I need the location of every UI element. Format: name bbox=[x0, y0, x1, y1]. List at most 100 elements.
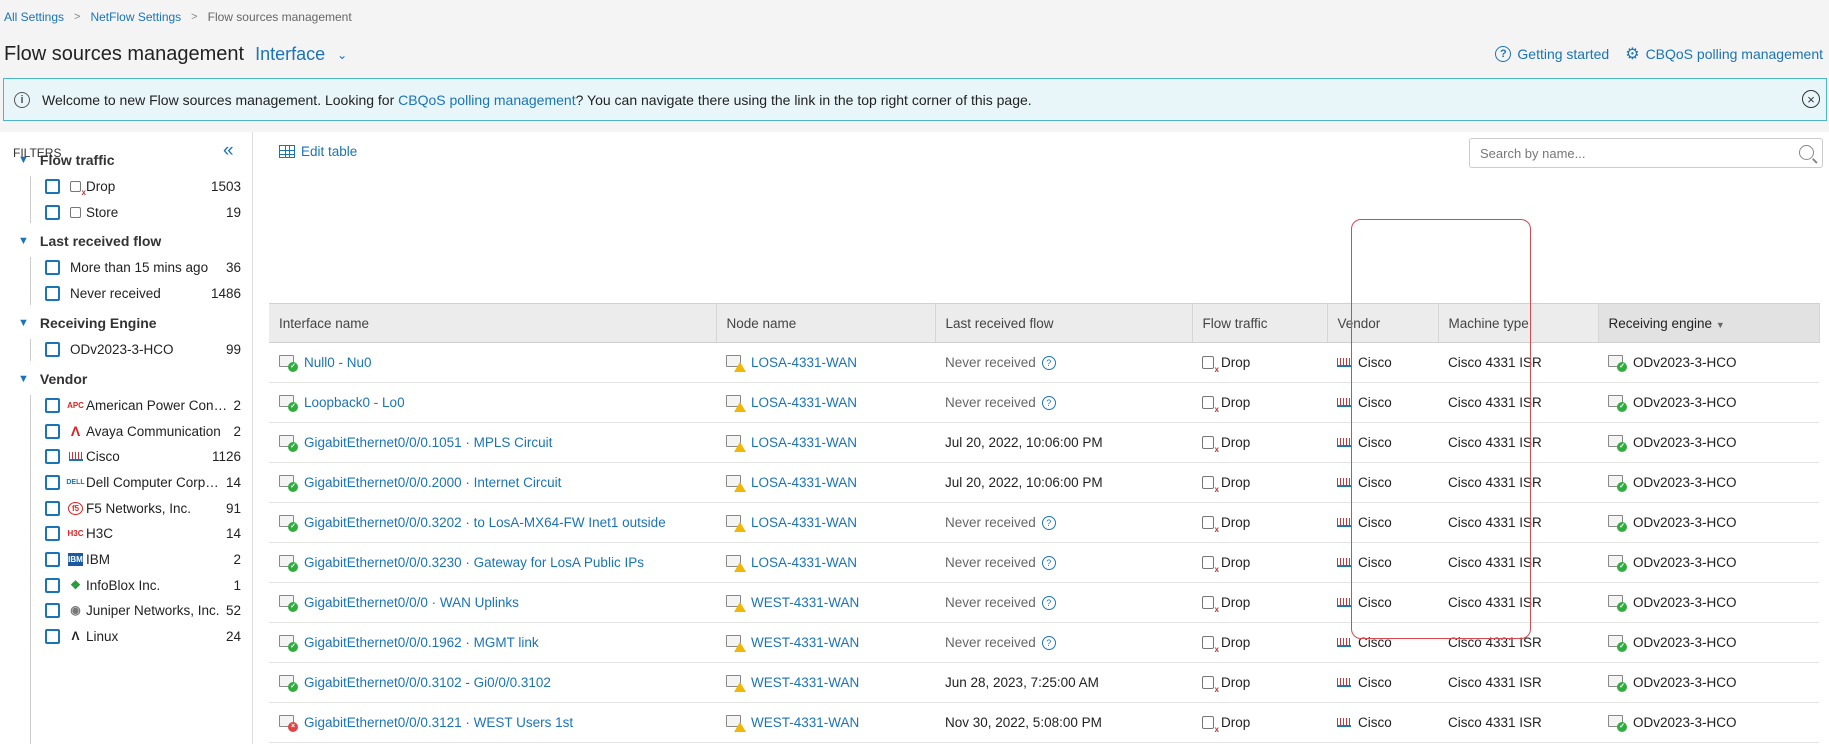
close-icon[interactable]: × bbox=[1802, 90, 1820, 108]
interface-link[interactable]: Loopback0 - Lo0 bbox=[304, 395, 405, 410]
column-header-machine-type[interactable]: Machine type bbox=[1438, 303, 1599, 343]
column-header-receiving-engine[interactable]: Receiving engine ▼ bbox=[1598, 303, 1820, 343]
filter-group-last-received-flow[interactable]: ▼ Last received flow bbox=[18, 233, 161, 249]
help-icon[interactable]: ? bbox=[1041, 635, 1056, 650]
table-row[interactable]: × GigabitEthernet0/0/0.3121 · WEST Users … bbox=[269, 702, 1819, 743]
filter-item-avaya[interactable]: Λ Avaya Communication 2 bbox=[45, 420, 241, 442]
column-header-last-received-flow[interactable]: Last received flow bbox=[935, 303, 1193, 343]
checkbox[interactable] bbox=[45, 423, 60, 439]
node-link[interactable]: LOSA-4331-WAN bbox=[751, 475, 857, 490]
flow-traffic-text: Drop bbox=[1221, 475, 1251, 490]
last-received-text: Never received bbox=[945, 635, 1036, 650]
checkbox[interactable] bbox=[45, 178, 60, 194]
filter-item-never-received[interactable]: Never received 1486 bbox=[45, 282, 241, 304]
table-row[interactable]: ✓ GigabitEthernet0/0/0.3102 - Gi0/0/0.310… bbox=[269, 662, 1819, 703]
vendor-cell: Cisco bbox=[1327, 622, 1438, 663]
filter-group-receiving-engine[interactable]: ▼ Receiving Engine bbox=[18, 315, 157, 331]
checkbox[interactable] bbox=[45, 285, 60, 301]
table-row[interactable]: ✓ GigabitEthernet0/0/0.1962 · MGMT link WE… bbox=[269, 622, 1819, 663]
collapse-sidebar-icon[interactable]: « bbox=[223, 140, 234, 162]
table-row[interactable]: ✓ Null0 - Nu0 LOSA-4331-WAN Never received?… bbox=[269, 342, 1819, 383]
banner-cbqos-link[interactable]: CBQoS polling management bbox=[398, 92, 575, 108]
filter-group-vendor[interactable]: ▼ Vendor bbox=[18, 371, 87, 387]
interface-link[interactable]: GigabitEthernet0/0/0 · WAN Uplinks bbox=[304, 595, 519, 610]
node-link[interactable]: LOSA-4331-WAN bbox=[751, 355, 857, 370]
banner-text: Welcome to new Flow sources management. … bbox=[42, 92, 1032, 108]
filter-item-infoblox[interactable]: ❖ InfoBlox Inc. 1 bbox=[45, 574, 241, 596]
checkbox[interactable] bbox=[45, 204, 60, 220]
filter-group-flow-traffic[interactable]: ▼ Flow traffic bbox=[18, 152, 115, 168]
checkbox[interactable] bbox=[45, 259, 60, 275]
column-header-interface-name[interactable]: Interface name bbox=[269, 303, 717, 343]
checkbox[interactable] bbox=[45, 628, 60, 644]
filter-item-dell[interactable]: DELL Dell Computer Corporation 14 bbox=[45, 471, 241, 493]
machine-type-cell: Cisco 4331 ISR bbox=[1438, 342, 1598, 383]
interface-link[interactable]: GigabitEthernet0/0/0.1962 · MGMT link bbox=[304, 635, 539, 650]
table-row[interactable]: ✓ GigabitEthernet0/0/0.2000 · Internet Ci… bbox=[269, 462, 1819, 503]
table-row[interactable]: ✓ GigabitEthernet0/0/0.3230 · Gateway for… bbox=[269, 542, 1819, 583]
column-header-vendor[interactable]: Vendor bbox=[1327, 303, 1439, 343]
table-row[interactable]: ✓ GigabitEthernet0/0/0.3202 · to LosA-MX6… bbox=[269, 502, 1819, 543]
help-icon[interactable]: ? bbox=[1041, 555, 1056, 570]
node-link[interactable]: LOSA-4331-WAN bbox=[751, 515, 857, 530]
filter-item-odv2023[interactable]: ODv2023-3-HCO 99 bbox=[45, 338, 241, 360]
filter-item-juniper[interactable]: ◉ Juniper Networks, Inc. 52 bbox=[45, 599, 241, 621]
checkbox[interactable] bbox=[45, 341, 60, 357]
filter-item-cisco[interactable]: Cisco 1126 bbox=[45, 445, 241, 467]
node-link[interactable]: WEST-4331-WAN bbox=[751, 715, 859, 730]
interface-link[interactable]: Null0 - Nu0 bbox=[304, 355, 372, 370]
last-received-text: Never received bbox=[945, 555, 1036, 570]
filter-item-f5[interactable]: f5 F5 Networks, Inc. 91 bbox=[45, 497, 241, 519]
last-received-text: Never received bbox=[945, 595, 1036, 610]
checkbox[interactable] bbox=[45, 397, 60, 413]
node-link[interactable]: WEST-4331-WAN bbox=[751, 675, 859, 690]
checkbox[interactable] bbox=[45, 602, 60, 618]
cisco-logo-icon bbox=[1337, 358, 1351, 367]
interface-link[interactable]: GigabitEthernet0/0/0.3202 · to LosA-MX64… bbox=[304, 515, 666, 530]
getting-started-link[interactable]: ? Getting started bbox=[1495, 46, 1609, 62]
help-icon[interactable]: ? bbox=[1041, 515, 1056, 530]
filter-item-more-than-15-mins[interactable]: More than 15 mins ago 36 bbox=[45, 256, 241, 278]
checkbox[interactable] bbox=[45, 500, 60, 516]
interface-link[interactable]: GigabitEthernet0/0/0.3121 · WEST Users 1… bbox=[304, 715, 573, 730]
checkbox[interactable] bbox=[45, 474, 60, 490]
filter-item-store[interactable]: Store 19 bbox=[45, 201, 241, 223]
cbqos-polling-link[interactable]: ⚙ CBQoS polling management bbox=[1625, 44, 1823, 64]
node-link[interactable]: WEST-4331-WAN bbox=[751, 635, 859, 650]
help-icon[interactable]: ? bbox=[1041, 595, 1056, 610]
breadcrumb: All Settings > NetFlow Settings > Flow s… bbox=[4, 10, 352, 24]
interface-cell: ✓ GigabitEthernet0/0/0.1051 · MPLS Circui… bbox=[269, 422, 716, 463]
interface-link[interactable]: GigabitEthernet0/0/0.1051 · MPLS Circuit bbox=[304, 435, 552, 450]
table-row[interactable]: ✓ Loopback0 - Lo0 LOSA-4331-WAN Never recei… bbox=[269, 382, 1819, 423]
checkbox[interactable] bbox=[45, 551, 60, 567]
node-link[interactable]: WEST-4331-WAN bbox=[751, 595, 859, 610]
column-header-node-name[interactable]: Node name bbox=[716, 303, 936, 343]
breadcrumb-all-settings[interactable]: All Settings bbox=[4, 10, 64, 24]
interface-link[interactable]: GigabitEthernet0/0/0.3102 - Gi0/0/0.3102 bbox=[304, 675, 551, 690]
edit-table-button[interactable]: Edit table bbox=[279, 144, 357, 159]
search-icon[interactable] bbox=[1799, 145, 1814, 160]
help-icon[interactable]: ? bbox=[1041, 395, 1056, 410]
filter-item-h3c[interactable]: H3C H3C 14 bbox=[45, 522, 241, 544]
table-row[interactable]: ✓ GigabitEthernet0/0/0.1051 · MPLS Circui… bbox=[269, 422, 1819, 463]
filter-item-ibm[interactable]: IBM IBM 2 bbox=[45, 548, 241, 570]
node-link[interactable]: LOSA-4331-WAN bbox=[751, 395, 857, 410]
table-row[interactable]: ✓ GigabitEthernet0/0/0 · WAN Uplinks WEST-… bbox=[269, 582, 1819, 623]
checkbox[interactable] bbox=[45, 577, 60, 593]
checkbox[interactable] bbox=[45, 448, 60, 464]
node-link[interactable]: LOSA-4331-WAN bbox=[751, 435, 857, 450]
column-header-flow-traffic[interactable]: Flow traffic bbox=[1192, 303, 1328, 343]
interface-link[interactable]: GigabitEthernet0/0/0.3230 · Gateway for … bbox=[304, 555, 644, 570]
checkbox[interactable] bbox=[45, 525, 60, 541]
view-selector[interactable]: Interface ⌄ bbox=[255, 44, 347, 65]
node-warning-icon bbox=[726, 354, 746, 372]
breadcrumb-netflow-settings[interactable]: NetFlow Settings bbox=[90, 10, 181, 24]
help-icon[interactable]: ? bbox=[1041, 355, 1056, 370]
node-link[interactable]: LOSA-4331-WAN bbox=[751, 555, 857, 570]
interface-link[interactable]: GigabitEthernet0/0/0.2000 · Internet Cir… bbox=[304, 475, 561, 490]
f5-logo-icon: f5 bbox=[68, 501, 83, 515]
filter-item-drop[interactable]: Drop 1503 bbox=[45, 175, 241, 197]
filter-item-linux[interactable]: Λ Linux 24 bbox=[45, 625, 241, 647]
filter-item-apc[interactable]: APC American Power Conversion 2 bbox=[45, 394, 241, 416]
search-input[interactable] bbox=[1480, 140, 1780, 166]
